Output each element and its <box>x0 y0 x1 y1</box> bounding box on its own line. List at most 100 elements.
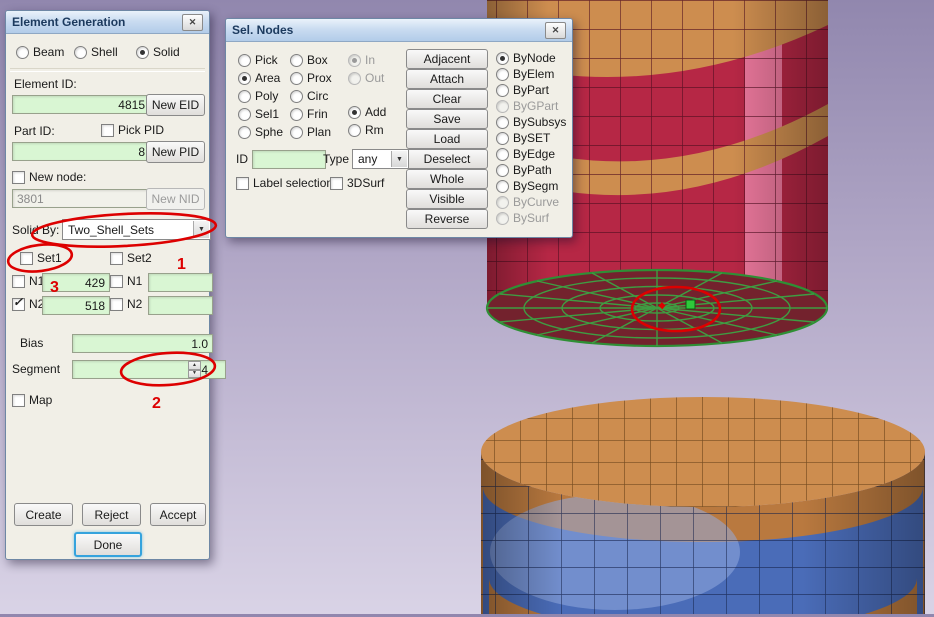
set1-checkbox[interactable]: Set1 <box>20 251 62 265</box>
radio-add[interactable]: Add <box>348 105 386 119</box>
radio-pick[interactable]: Pick <box>238 53 278 67</box>
checkbox-icon <box>110 298 123 311</box>
radio-box[interactable]: Box <box>290 53 328 67</box>
radio-dot-icon <box>496 84 509 97</box>
new-eid-button[interactable]: New EID <box>146 94 205 116</box>
checkbox-icon <box>20 252 33 265</box>
segment-field[interactable]: 4 <box>72 360 226 379</box>
check-icon: ✓ <box>13 295 23 309</box>
chevron-down-icon[interactable]: ▼ <box>193 221 209 238</box>
radio-byedge[interactable]: ByEdge <box>496 147 555 161</box>
radio-poly[interactable]: Poly <box>238 89 278 103</box>
radio-dot-icon <box>496 164 509 177</box>
element-generation-titlebar[interactable]: Element Generation ✕ <box>6 11 209 34</box>
id-field[interactable] <box>252 150 326 169</box>
radio-dot-icon <box>238 108 251 121</box>
radio-dot-icon <box>238 72 251 85</box>
deselect-button[interactable]: Deselect <box>406 149 488 169</box>
accept-button[interactable]: Accept <box>150 503 206 526</box>
save-button[interactable]: Save <box>406 109 488 129</box>
segment-stepper[interactable]: ▲ ▼ <box>188 361 201 378</box>
radio-byelem[interactable]: ByElem <box>496 67 554 81</box>
radio-in: In <box>348 53 375 67</box>
n1-field[interactable]: 429 <box>42 273 110 292</box>
radio-dot-icon <box>496 100 509 113</box>
radio-bycurve-label: ByCurve <box>513 195 559 209</box>
radio-bypath[interactable]: ByPath <box>496 163 552 177</box>
whole-button[interactable]: Whole <box>406 169 488 189</box>
spin-up-icon[interactable]: ▲ <box>188 361 201 370</box>
radio-circ[interactable]: Circ <box>290 89 328 103</box>
n2-checkbox[interactable]: ✓N2 <box>12 297 44 311</box>
n1b-checkbox[interactable]: N1 <box>110 274 142 288</box>
radio-bynode-label: ByNode <box>513 51 556 65</box>
radio-sphe[interactable]: Sphe <box>238 125 283 139</box>
radio-byset[interactable]: BySET <box>496 131 550 145</box>
reject-button[interactable]: Reject <box>82 503 141 526</box>
n1-checkbox[interactable]: N1 <box>12 274 44 288</box>
radio-circ-label: Circ <box>307 89 328 103</box>
map-checkbox[interactable]: Map <box>12 393 52 407</box>
type-value: any <box>358 152 377 166</box>
label-selection-label: Label selection <box>253 176 333 190</box>
radio-bycurve: ByCurve <box>496 195 559 209</box>
pick-pid-checkbox[interactable]: Pick PID <box>101 123 164 137</box>
sel-nodes-dialog: Sel. Nodes ✕ Pick Area Poly Sel1 Sphe Bo… <box>225 18 573 238</box>
radio-bynode[interactable]: ByNode <box>496 51 556 65</box>
radio-plan-label: Plan <box>307 125 331 139</box>
radio-dot-icon <box>496 132 509 145</box>
radio-beam[interactable]: Beam <box>16 45 64 59</box>
radio-sel1[interactable]: Sel1 <box>238 107 279 121</box>
id-label: ID <box>236 152 248 166</box>
n1b-field[interactable] <box>148 273 213 292</box>
radio-byelem-label: ByElem <box>513 67 554 81</box>
n2b-label: N2 <box>127 297 142 311</box>
radio-area[interactable]: Area <box>238 71 280 85</box>
radio-plan[interactable]: Plan <box>290 125 331 139</box>
surf3d-checkbox[interactable]: 3DSurf <box>330 176 384 190</box>
solid-by-label: Solid By: <box>12 223 59 237</box>
new-node-label: New node: <box>29 170 86 184</box>
chevron-down-icon[interactable]: ▼ <box>391 151 407 167</box>
separator <box>10 68 205 72</box>
done-button[interactable]: Done <box>74 532 142 557</box>
radio-dot-icon <box>290 126 303 139</box>
attach-button[interactable]: Attach <box>406 69 488 89</box>
load-button[interactable]: Load <box>406 129 488 149</box>
adjacent-button[interactable]: Adjacent <box>406 49 488 69</box>
set1-label: Set1 <box>37 251 62 265</box>
close-icon[interactable]: ✕ <box>182 14 203 31</box>
n2b-field[interactable] <box>148 296 213 315</box>
radio-bysubsys[interactable]: BySubsys <box>496 115 566 129</box>
visible-button[interactable]: Visible <box>406 189 488 209</box>
n2b-checkbox[interactable]: N2 <box>110 297 142 311</box>
radio-bypart[interactable]: ByPart <box>496 83 549 97</box>
radio-bysegm[interactable]: BySegm <box>496 179 558 193</box>
new-node-checkbox[interactable]: New node: <box>12 170 86 184</box>
checkbox-icon <box>236 177 249 190</box>
clear-button[interactable]: Clear <box>406 89 488 109</box>
set2-checkbox[interactable]: Set2 <box>110 251 152 265</box>
spin-down-icon[interactable]: ▼ <box>188 370 201 379</box>
solid-by-dropdown[interactable]: Two_Shell_Sets ▼ <box>62 219 211 240</box>
element-id-field[interactable]: 4815 <box>12 95 150 114</box>
radio-shell[interactable]: Shell <box>74 45 118 59</box>
type-dropdown[interactable]: any ▼ <box>352 149 409 169</box>
label-selection-checkbox[interactable]: Label selection <box>236 176 333 190</box>
checkbox-icon: ✓ <box>12 298 25 311</box>
checkbox-icon <box>101 124 114 137</box>
radio-bysurf: BySurf <box>496 211 549 225</box>
new-pid-button[interactable]: New PID <box>146 141 205 163</box>
radio-solid[interactable]: Solid <box>136 45 180 59</box>
bias-field[interactable]: 1.0 <box>72 334 213 353</box>
create-button[interactable]: Create <box>14 503 73 526</box>
n2-field[interactable]: 518 <box>42 296 110 315</box>
radio-rm[interactable]: Rm <box>348 123 384 137</box>
radio-frin[interactable]: Frin <box>290 107 328 121</box>
close-icon[interactable]: ✕ <box>545 22 566 39</box>
reverse-button[interactable]: Reverse <box>406 209 488 229</box>
new-node-field[interactable]: 3801 <box>12 189 149 208</box>
part-id-field[interactable]: 8 <box>12 142 150 161</box>
radio-prox[interactable]: Prox <box>290 71 332 85</box>
sel-nodes-titlebar[interactable]: Sel. Nodes ✕ <box>226 19 572 42</box>
